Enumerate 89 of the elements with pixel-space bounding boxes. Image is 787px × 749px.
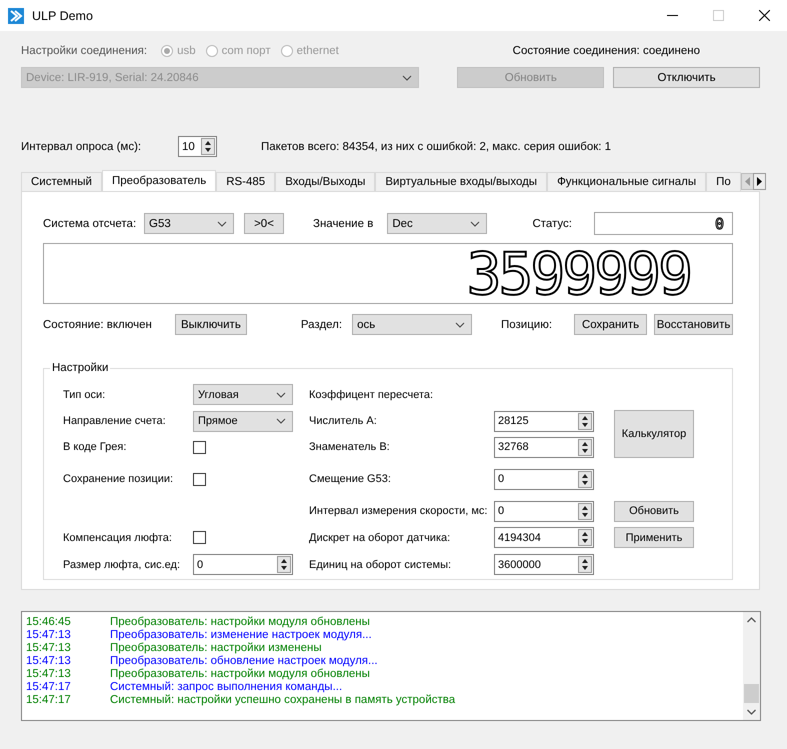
field-label: Единиц на оборот системы: [309, 558, 452, 570]
tab[interactable]: Преобразователь [102, 170, 216, 191]
window-title: ULP Demo [32, 8, 94, 22]
tab[interactable]: Виртуальные входы/выходы [375, 172, 548, 191]
log-time: 15:47:13 [26, 629, 72, 642]
button[interactable]: Восстановить [654, 314, 733, 335]
spin-field[interactable]: 32768 [494, 436, 594, 458]
tab-scroll-arrows-icon[interactable] [740, 172, 766, 190]
spin-field[interactable]: 0 [494, 500, 594, 522]
caret-icon [454, 322, 465, 328]
spin-field[interactable]: 4194304 [494, 527, 594, 548]
status-field: 0 [594, 212, 733, 235]
caret-icon [276, 392, 286, 398]
spin-arrows-icon[interactable] [201, 138, 215, 155]
log-message: Системный: настройки успешно сохранены в память устройства [110, 694, 456, 707]
number-base-dropdown[interactable]: Dec [387, 213, 488, 234]
digital-readout: 3599999 [466, 244, 690, 302]
field-label: Числитель A: [309, 415, 377, 427]
log-time: 15:46:45 [26, 616, 72, 629]
button[interactable]: Калькулятор [614, 410, 694, 458]
log-message: Преобразователь: настройки модуля обновлены [110, 668, 370, 681]
field-label: Тип оси: [63, 388, 106, 400]
app-logo-icon [8, 8, 24, 24]
button[interactable]: Отключить [613, 67, 760, 88]
log-time: 15:47:17 [26, 694, 72, 707]
button[interactable]: Обновить [614, 500, 694, 522]
spin-arrows-icon[interactable] [578, 556, 592, 573]
spin-arrows-icon[interactable] [578, 529, 592, 546]
field-label: Сохранение позиции: [63, 473, 174, 485]
tab[interactable]: RS-485 [216, 172, 276, 191]
caret-icon [402, 74, 412, 80]
tab[interactable]: Входы/Выходы [275, 172, 376, 191]
state-text: Состояние: включен [43, 318, 153, 330]
log-time: 15:47:13 [26, 655, 72, 668]
checkbox[interactable] [193, 440, 206, 454]
connection-settings-label: Настройки соединения: [21, 45, 148, 57]
caret-icon [470, 220, 480, 226]
polling-interval-label: Интервал опроса (мс): [21, 140, 142, 152]
group-title: Настройки [50, 362, 110, 374]
log-time: 15:47:13 [26, 642, 72, 655]
log-time: 15:47:13 [26, 668, 72, 681]
value-in-label: Значение в [313, 218, 374, 230]
spin-field[interactable]: 3600000 [494, 554, 594, 575]
spin-arrows-icon[interactable] [277, 556, 291, 573]
close-icon[interactable] [758, 10, 770, 21]
spin-arrows-icon[interactable] [578, 412, 592, 430]
dropdown[interactable]: Прямое [193, 410, 293, 432]
field-label: Знаменатель B: [309, 441, 390, 453]
log-time: 15:47:17 [26, 681, 72, 694]
tab[interactable]: По [706, 172, 741, 191]
spin-field[interactable]: 28125 [494, 410, 594, 432]
spin-field[interactable]: 0 [494, 468, 594, 490]
log-message: Преобразователь: настройки модуля обновлены [110, 616, 370, 629]
status-label: Статус: [532, 218, 572, 230]
caret-icon [217, 220, 227, 226]
log-message: Преобразователь: изменение настроек модуля... [110, 629, 372, 642]
connection-status-text: Состояние соединения: соединено [512, 45, 700, 57]
button[interactable]: Применить [614, 527, 694, 548]
field-label: Дискрет на оборот датчика: [309, 532, 450, 544]
checkbox[interactable] [193, 472, 206, 486]
button[interactable]: Сохранить [574, 314, 647, 335]
reference-system-label: Система отсчета: [43, 218, 138, 230]
section-heading: Коэффицент пересчета: [309, 388, 434, 400]
caret-icon [276, 418, 286, 424]
log-message: Системный: запрос выполнения команды... [110, 681, 342, 694]
section-label: Раздел: [300, 318, 342, 330]
checkbox[interactable] [193, 531, 206, 544]
spin-arrows-icon[interactable] [578, 470, 592, 488]
spin-arrows-icon[interactable] [578, 438, 592, 456]
field-label: В коде Грея: [63, 441, 126, 453]
spin-field[interactable]: 10 [178, 136, 217, 157]
reference-system-dropdown[interactable]: G53 [144, 213, 234, 234]
position-label: Позицию: [500, 318, 552, 330]
section-dropdown[interactable]: ось [352, 314, 472, 335]
dropdown[interactable]: Угловая [193, 384, 293, 405]
field-label: Компенсация люфта: [63, 532, 172, 544]
button[interactable]: Выключить [174, 314, 247, 335]
spin-field[interactable]: 0 [193, 554, 293, 575]
packet-stats-text: Пакетов всего: 84354, из них с ошибкой: 2, макс. серия ошибок: 1 [261, 140, 612, 152]
log-message: Преобразователь: настройки изменены [110, 642, 322, 655]
log-message: Преобразователь: обновление настроек модуля... [110, 655, 378, 668]
field-label: Интервал измерения скорости, мс: [309, 505, 488, 517]
field-label: Направление счета: [63, 415, 166, 427]
field-label: Размер люфта, сис.ед: [63, 558, 180, 570]
field-label: Смещение G53: [309, 473, 391, 485]
tab[interactable]: Функциональные сигналы [547, 172, 706, 191]
zero-button[interactable]: >0< [244, 213, 284, 234]
tab[interactable]: Системный [21, 172, 102, 191]
spin-arrows-icon[interactable] [578, 502, 592, 520]
